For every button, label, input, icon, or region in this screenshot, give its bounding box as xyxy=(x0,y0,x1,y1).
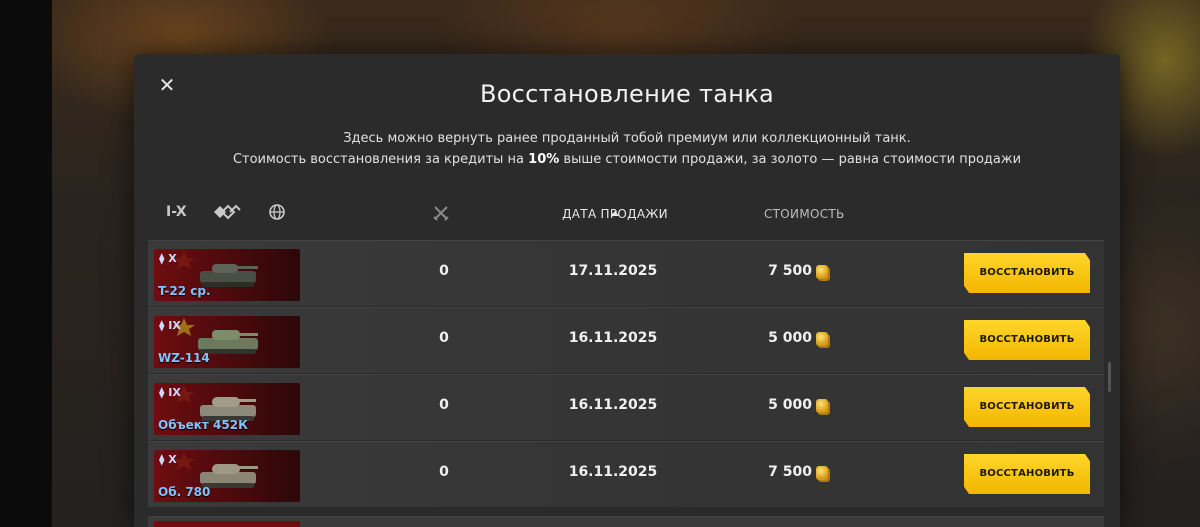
tier-value: X xyxy=(168,453,177,466)
gold-coins-icon xyxy=(816,265,828,279)
description-percent: 10% xyxy=(528,152,560,167)
description-text: Стоимость восстановления за кредиты на xyxy=(232,152,529,167)
premium-icon: ⧫ xyxy=(159,386,165,399)
tank-thumbnail: ⧫ IX Объект 452К xyxy=(154,383,300,435)
premium-icon: ⧫ xyxy=(159,453,165,466)
gold-coins-icon xyxy=(816,399,828,413)
battles-count: 0 xyxy=(439,263,449,279)
dialog-description: Здесь можно вернуть ранее проданный тобо… xyxy=(134,128,1120,170)
table-row-partial xyxy=(148,516,1104,527)
description-line-2: Стоимость восстановления за кредиты на 1… xyxy=(134,149,1120,170)
tank-thumbnail: ⧫ X T-22 ср. xyxy=(154,249,300,301)
table-row: ⧫ IX WZ-114 0 16.11.2025 5 000 ВОССТАНОВ… xyxy=(148,307,1104,373)
sort-ascending-icon xyxy=(611,211,619,216)
price: 7 500 xyxy=(768,464,812,480)
sale-date: 17.11.2025 xyxy=(568,263,658,279)
table-row: ⧫ IX Объект 452К 0 16.11.2025 5 000 ВОСС… xyxy=(148,374,1104,440)
table-row: ⧫ X T-22 ср. 0 17.11.2025 7 500 ВОССТАНО… xyxy=(148,240,1104,306)
tier-filter[interactable]: I-X xyxy=(166,204,187,224)
tank-name: T-22 ср. xyxy=(158,284,211,298)
table-header: I-X ДАТА ПРОДАЖИ СТОИМОСТЬ xyxy=(150,194,1104,234)
tank-thumbnail xyxy=(154,521,300,527)
restore-button[interactable]: ВОССТАНОВИТЬ xyxy=(964,454,1090,494)
sale-date: 16.11.2025 xyxy=(568,397,658,413)
description-text: выше стоимости продажи, за золото — равн… xyxy=(559,152,1022,167)
gold-coins-icon xyxy=(816,466,828,480)
sale-date: 16.11.2025 xyxy=(568,464,658,480)
description-line-1: Здесь можно вернуть ранее проданный тобо… xyxy=(343,131,911,146)
battles-count: 0 xyxy=(439,464,449,480)
list-scrollbar[interactable] xyxy=(1108,362,1111,392)
tier-label: ⧫ IX xyxy=(159,319,181,332)
premium-icon: ⧫ xyxy=(159,252,165,265)
globe-icon[interactable] xyxy=(268,203,286,223)
tank-thumbnail: ⧫ X Об. 780 xyxy=(154,450,300,502)
price: 5 000 xyxy=(768,397,812,413)
gold-coins-icon xyxy=(816,332,828,346)
tier-value: IX xyxy=(168,319,181,332)
restore-tank-dialog: ✕ Восстановление танка Здесь можно верну… xyxy=(134,54,1120,527)
cost-column-header[interactable]: СТОИМОСТЬ xyxy=(764,207,864,221)
tank-name: WZ-114 xyxy=(158,351,210,365)
tier-label: ⧫ X xyxy=(159,252,177,265)
left-black-strip xyxy=(0,0,52,527)
battles-count: 0 xyxy=(439,397,449,413)
tier-label: ⧫ X xyxy=(159,453,177,466)
tank-list[interactable]: ⧫ X T-22 ср. 0 17.11.2025 7 500 ВОССТАНО… xyxy=(148,240,1104,527)
crossed-swords-icon[interactable] xyxy=(432,204,450,224)
vehicle-class-filter-icon[interactable] xyxy=(212,202,242,222)
restore-button[interactable]: ВОССТАНОВИТЬ xyxy=(964,387,1090,427)
sale-date: 16.11.2025 xyxy=(568,330,658,346)
tier-label: ⧫ IX xyxy=(159,386,181,399)
dialog-title: Восстановление танка xyxy=(479,80,775,108)
tank-name: Объект 452К xyxy=(158,418,248,432)
table-row: ⧫ X Об. 780 0 16.11.2025 7 500 ВОССТАНОВ… xyxy=(148,441,1104,507)
restore-button[interactable]: ВОССТАНОВИТЬ xyxy=(964,320,1090,360)
premium-icon: ⧫ xyxy=(159,319,165,332)
tier-value: X xyxy=(168,252,177,265)
tank-thumbnail: ⧫ IX WZ-114 xyxy=(154,316,300,368)
price: 5 000 xyxy=(768,330,812,346)
sale-date-column-header[interactable]: ДАТА ПРОДАЖИ xyxy=(554,207,676,221)
tank-name: Об. 780 xyxy=(158,485,211,499)
restore-button[interactable]: ВОССТАНОВИТЬ xyxy=(964,253,1090,293)
tier-value: IX xyxy=(168,386,181,399)
battles-count: 0 xyxy=(439,330,449,346)
price: 7 500 xyxy=(768,263,812,279)
